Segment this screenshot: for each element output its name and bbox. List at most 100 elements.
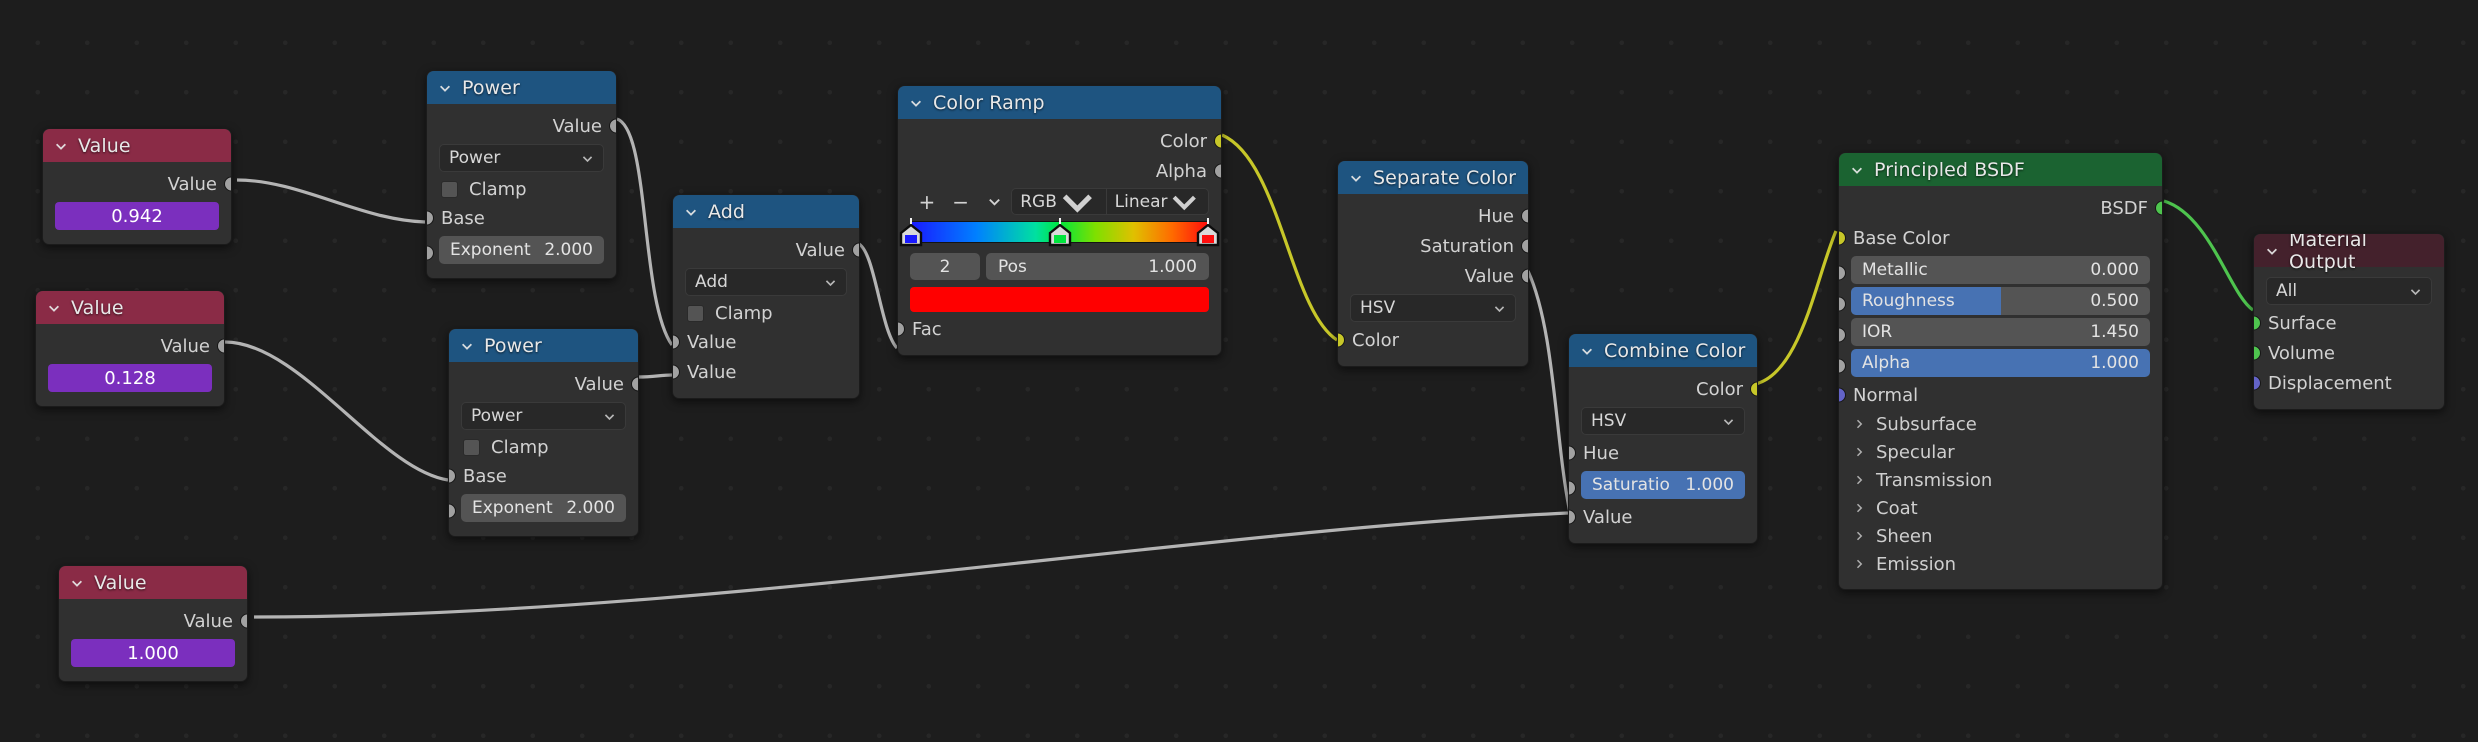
node-add[interactable]: Add Value Add Clamp Value Value	[672, 194, 860, 399]
chevron-down-icon[interactable]	[1580, 344, 1594, 358]
socket-output-bsdf[interactable]	[2155, 200, 2162, 216]
panel-coat[interactable]: Coat	[1839, 494, 2162, 522]
node-header[interactable]: Value	[36, 291, 224, 324]
socket-input-surface[interactable]	[2254, 315, 2261, 331]
node-header[interactable]: Separate Color	[1338, 161, 1528, 194]
node-color-ramp[interactable]: Color Ramp Color Alpha + − RGB Linear 2 …	[897, 85, 1222, 356]
socket-output-color[interactable]	[1750, 381, 1757, 397]
metallic-field[interactable]: Metallic 0.000	[1851, 256, 2150, 284]
socket-input-value-2[interactable]	[673, 364, 680, 380]
color-mode-dropdown[interactable]: RGB	[1011, 188, 1107, 215]
node-combine-color[interactable]: Combine Color Color HSV Hue Saturatio 1.…	[1568, 333, 1758, 544]
ramp-stop-2[interactable]	[1196, 218, 1220, 247]
node-header[interactable]: Add	[673, 195, 859, 228]
chevron-down-icon[interactable]	[1850, 163, 1864, 177]
chevron-down-icon[interactable]	[1349, 171, 1363, 185]
operation-dropdown[interactable]: Power	[461, 402, 626, 430]
socket-input-normal[interactable]	[1839, 387, 1846, 403]
socket-input-hue[interactable]	[1569, 445, 1576, 461]
socket-output-value[interactable]	[1521, 268, 1528, 284]
ramp-stop-0[interactable]	[899, 218, 923, 247]
value-field[interactable]: 0.128	[48, 364, 212, 392]
socket-output-alpha[interactable]	[1214, 163, 1221, 179]
socket-output-value[interactable]	[852, 242, 859, 258]
socket-input-value[interactable]	[1569, 509, 1576, 525]
chevron-down-icon[interactable]	[47, 301, 61, 315]
chevron-down-icon[interactable]	[2265, 244, 2279, 258]
chevron-down-icon[interactable]	[438, 81, 452, 95]
ramp-stop-handle[interactable]	[1048, 224, 1072, 247]
socket-input-color[interactable]	[1338, 332, 1345, 348]
alpha-field[interactable]: Alpha 1.000	[1851, 349, 2150, 377]
node-power-1[interactable]: Power Value Power Clamp Base Exponent 2.…	[426, 70, 617, 279]
chevron-down-icon[interactable]	[70, 576, 84, 590]
roughness-field[interactable]: Roughness 0.500	[1851, 287, 2150, 315]
socket-input-roughness[interactable]	[1839, 296, 1846, 312]
socket-input-value-1[interactable]	[673, 334, 680, 350]
node-value-2[interactable]: Value Value 0.128	[35, 290, 225, 407]
mode-dropdown[interactable]: HSV	[1350, 294, 1516, 322]
value-field[interactable]: 0.942	[55, 202, 219, 230]
socket-input-saturation[interactable]	[1569, 480, 1576, 496]
socket-output-color[interactable]	[1214, 133, 1221, 149]
node-principled-bsdf[interactable]: Principled BSDF BSDF Base Color Metallic…	[1838, 152, 2163, 590]
clamp-checkbox[interactable]	[463, 438, 480, 456]
node-header[interactable]: Power	[427, 71, 616, 104]
stop-index-field[interactable]: 2	[910, 253, 980, 280]
clamp-checkbox[interactable]	[441, 180, 458, 198]
chevron-down-icon[interactable]	[54, 139, 68, 153]
node-editor-canvas[interactable]: Value Value 0.942 Value Value 0.128 Valu…	[0, 0, 2478, 742]
clamp-checkbox-row[interactable]: Clamp	[427, 175, 616, 203]
saturation-field[interactable]: Saturatio 1.000	[1581, 471, 1745, 499]
socket-output-value[interactable]	[217, 338, 224, 354]
panel-transmission[interactable]: Transmission	[1839, 466, 2162, 494]
socket-input-ior[interactable]	[1839, 327, 1846, 343]
interpolation-dropdown[interactable]: Linear	[1106, 188, 1210, 215]
clamp-checkbox-row[interactable]: Clamp	[673, 299, 859, 327]
node-header[interactable]: Power	[449, 329, 638, 362]
node-header[interactable]: Combine Color	[1569, 334, 1757, 367]
socket-output-hue[interactable]	[1521, 208, 1528, 224]
socket-input-metallic[interactable]	[1839, 265, 1846, 281]
panel-specular[interactable]: Specular	[1839, 438, 2162, 466]
socket-input-volume[interactable]	[2254, 345, 2261, 361]
ramp-stop-handle[interactable]	[899, 224, 923, 247]
stop-position-field[interactable]: Pos 1.000	[986, 253, 1209, 280]
node-header[interactable]: Value	[43, 129, 231, 162]
node-value-3[interactable]: Value Value 1.000	[58, 565, 248, 682]
color-ramp-gradient-widget[interactable]	[899, 218, 1220, 247]
operation-dropdown[interactable]: Add	[685, 268, 847, 296]
socket-output-value[interactable]	[240, 613, 247, 629]
value-field[interactable]: 1.000	[71, 639, 235, 667]
node-material-output[interactable]: Material Output All Surface Volume Displ…	[2253, 233, 2445, 410]
socket-output-saturation[interactable]	[1521, 238, 1528, 254]
node-separate-color[interactable]: Separate Color Hue Saturation Value HSV	[1337, 160, 1529, 367]
exponent-field[interactable]: Exponent 2.000	[439, 236, 604, 264]
ramp-menu-button[interactable]	[978, 188, 1012, 215]
panel-sheen[interactable]: Sheen	[1839, 522, 2162, 550]
socket-input-alpha[interactable]	[1839, 358, 1846, 374]
operation-dropdown[interactable]: Power	[439, 144, 604, 172]
socket-input-exponent[interactable]	[427, 245, 434, 261]
exponent-field[interactable]: Exponent 2.000	[461, 494, 626, 522]
socket-input-base-color[interactable]	[1839, 230, 1846, 246]
add-stop-button[interactable]: +	[910, 188, 944, 215]
ramp-stop-handle[interactable]	[1196, 224, 1220, 247]
clamp-checkbox[interactable]	[687, 304, 704, 322]
ramp-stop-1[interactable]	[1048, 218, 1072, 247]
socket-input-base[interactable]	[449, 468, 456, 484]
panel-subsurface[interactable]: Subsurface	[1839, 410, 2162, 438]
panel-emission[interactable]: Emission	[1839, 550, 2162, 578]
remove-stop-button[interactable]: −	[944, 188, 978, 215]
chevron-down-icon[interactable]	[684, 205, 698, 219]
node-power-2[interactable]: Power Value Power Clamp Base Exponent 2.…	[448, 328, 639, 537]
node-header[interactable]: Material Output	[2254, 234, 2444, 273]
socket-input-fac[interactable]	[898, 321, 905, 337]
mode-dropdown[interactable]: HSV	[1581, 407, 1745, 435]
clamp-checkbox-row[interactable]: Clamp	[449, 433, 638, 461]
node-header[interactable]: Principled BSDF	[1839, 153, 2162, 186]
chevron-down-icon[interactable]	[460, 339, 474, 353]
socket-output-value[interactable]	[609, 118, 616, 134]
socket-input-base[interactable]	[427, 210, 434, 226]
node-header[interactable]: Color Ramp	[898, 86, 1221, 119]
